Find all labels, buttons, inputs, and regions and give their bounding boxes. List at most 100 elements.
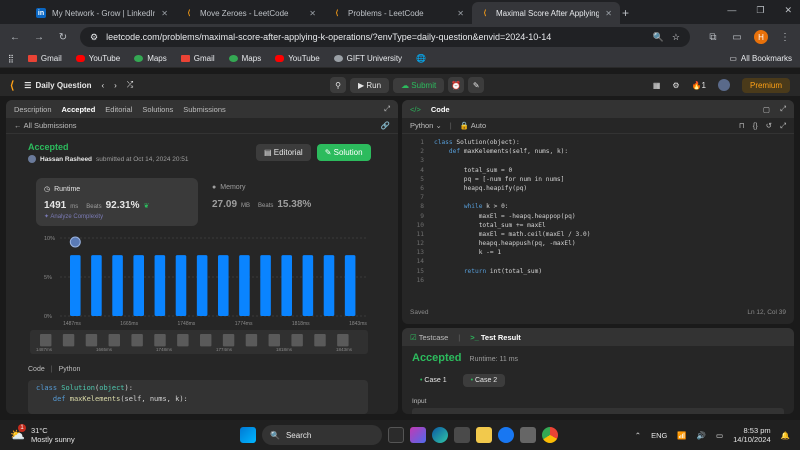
chart-bar[interactable] xyxy=(133,255,144,316)
sidepanel-icon[interactable]: ▭ xyxy=(730,32,744,43)
prev-problem-icon[interactable]: ‹ xyxy=(101,81,104,90)
tab-solutions[interactable]: Solutions xyxy=(142,105,173,114)
close-icon[interactable]: ✕ xyxy=(161,9,168,18)
chart-bar[interactable] xyxy=(239,255,250,316)
browser-tab-maximal-score[interactable]: ⟨ Maximal Score After Applying K ✕ xyxy=(472,2,620,24)
streak-counter[interactable]: 🔥1 xyxy=(692,81,706,90)
chart-bar[interactable] xyxy=(218,255,229,316)
all-submissions-link[interactable]: ← All Submissions 🔗 xyxy=(6,118,398,134)
share-icon[interactable]: 🔗 xyxy=(381,121,390,130)
expand-icon[interactable]: ⤢ xyxy=(780,104,786,114)
windows-start-icon[interactable] xyxy=(240,427,256,443)
settings-icon[interactable] xyxy=(520,427,536,443)
facebook-icon[interactable] xyxy=(498,427,514,443)
debug-icon[interactable]: ⚲ xyxy=(330,77,346,93)
close-window-icon[interactable]: ✕ xyxy=(784,5,792,16)
menu-icon[interactable]: ⋮ xyxy=(778,32,792,43)
task-view-icon[interactable] xyxy=(388,427,404,443)
bookmark-icon[interactable]: ⊓ xyxy=(739,121,745,130)
site-info-icon[interactable]: ⚙ xyxy=(90,32,98,43)
next-problem-icon[interactable]: › xyxy=(114,81,117,90)
chart-bar[interactable] xyxy=(175,255,187,316)
submit-button[interactable]: ☁ Submit xyxy=(393,77,445,93)
volume-icon[interactable]: 🔊 xyxy=(697,431,706,440)
tab-testcase[interactable]: ☑ Testcase xyxy=(410,333,448,342)
close-icon[interactable]: ✕ xyxy=(605,9,612,18)
shuffle-icon[interactable]: ⤮ xyxy=(127,80,133,90)
globe-icon[interactable]: 🌐 xyxy=(416,54,426,63)
editorial-button[interactable]: ▤ Editorial xyxy=(256,144,311,161)
chart-bar[interactable] xyxy=(344,255,356,316)
code-editor[interactable]: 1 class Solution(object): 2 def maxKelemen… xyxy=(404,138,591,285)
user-avatar[interactable] xyxy=(717,79,730,91)
layout-icon[interactable]: ▦ xyxy=(653,81,661,90)
runtime-range-slider[interactable]: 1487ms 1665ms 1748ms 1774ms 1818ms 1843ms xyxy=(30,330,368,354)
code-tab[interactable]: Code xyxy=(431,105,450,114)
notification-icon[interactable]: 🔔 xyxy=(781,431,790,440)
browser-tab-problems[interactable]: ⟨ Problems - LeetCode ✕ xyxy=(324,2,472,24)
bookmark-gmail[interactable]: Gmail xyxy=(180,54,215,63)
notes-icon[interactable]: ✎ xyxy=(468,77,485,93)
expand-icon[interactable]: ⤢ xyxy=(384,104,390,114)
chart-bar[interactable] xyxy=(70,255,81,316)
bookmark-star-icon[interactable]: ☆ xyxy=(672,32,680,43)
forward-icon[interactable]: → xyxy=(32,32,46,43)
profile-avatar[interactable]: H xyxy=(754,30,768,44)
battery-icon[interactable]: ▭ xyxy=(716,431,723,440)
analyze-complexity-link[interactable]: ✦ Analyze Complexity xyxy=(44,213,103,220)
chart-bar[interactable] xyxy=(112,255,123,316)
chevron-up-icon[interactable]: ⌃ xyxy=(635,431,641,440)
bookmark-gift-university[interactable]: GIFT University xyxy=(333,54,402,63)
bookmark-youtube[interactable]: YouTube xyxy=(75,54,120,63)
case-1-tab[interactable]: • Case 1 xyxy=(412,374,455,387)
auto-toggle[interactable]: 🔒 Auto xyxy=(460,121,486,130)
tab-submissions[interactable]: Submissions xyxy=(183,105,226,114)
extensions-icon[interactable]: ⧉ xyxy=(706,32,720,43)
weather-widget[interactable]: ⛅ 1 31°C Mostly sunny xyxy=(10,424,75,444)
chart-bar[interactable] xyxy=(281,255,292,316)
close-icon[interactable]: ✕ xyxy=(309,9,316,18)
restore-icon[interactable]: ❐ xyxy=(756,5,764,16)
minimize-icon[interactable]: — xyxy=(727,5,736,16)
language-select[interactable]: Python ⌄ xyxy=(410,121,442,130)
clock[interactable]: 8:53 pm 14/10/2024 xyxy=(733,426,771,444)
new-tab-button[interactable]: + xyxy=(622,6,629,20)
user-name[interactable]: Hassan Rasheed xyxy=(40,156,92,163)
browser-tab-linkedin[interactable]: in My Network - Grow | LinkedIn ✕ xyxy=(28,2,176,24)
chart-bar[interactable] xyxy=(323,255,335,316)
bookmark-gmail[interactable]: Gmail xyxy=(27,54,62,63)
bookmark-youtube[interactable]: YouTube xyxy=(275,54,320,63)
store-icon[interactable] xyxy=(454,427,470,443)
taskbar-search[interactable]: 🔍 Search xyxy=(262,425,382,445)
browser-tab-move-zeroes[interactable]: ⟨ Move Zeroes - LeetCode ✕ xyxy=(176,2,324,24)
case-2-tab[interactable]: • Case 2 xyxy=(462,374,506,387)
apps-icon[interactable]: ⣿ xyxy=(8,54,14,63)
chart-bar[interactable] xyxy=(154,255,166,316)
memory-card[interactable]: ● Memory 27.09 MB Beats 15.38% xyxy=(212,184,311,210)
fullscreen-icon[interactable]: ⤢ xyxy=(780,121,786,131)
reset-icon[interactable]: ↺ xyxy=(766,121,772,130)
settings-icon[interactable]: ⚙ xyxy=(672,81,679,90)
premium-button[interactable]: Premium xyxy=(741,77,790,93)
close-icon[interactable]: ✕ xyxy=(457,9,464,18)
reload-icon[interactable]: ↻ xyxy=(56,32,70,43)
timer-icon[interactable]: ⏰ xyxy=(448,77,465,93)
runtime-card[interactable]: ◷ Runtime 1491 ms Beats 92.31% ❦ ✦ Analy… xyxy=(36,178,198,226)
file-explorer-icon[interactable] xyxy=(476,427,492,443)
chrome-icon[interactable] xyxy=(542,427,558,443)
braces-icon[interactable]: {} xyxy=(753,121,758,130)
bookmark-maps[interactable]: Maps xyxy=(228,54,261,63)
tab-description[interactable]: Description xyxy=(14,105,52,114)
leetcode-logo-icon[interactable]: ⟨ xyxy=(10,79,14,92)
language-indicator[interactable]: ENG xyxy=(651,431,667,440)
chart-bar[interactable] xyxy=(91,255,102,316)
zoom-icon[interactable]: 🔍 xyxy=(653,32,664,43)
back-icon[interactable]: ← xyxy=(8,32,22,43)
url-input[interactable]: ⚙ leetcode.com/problems/maximal-score-af… xyxy=(80,27,690,47)
all-bookmarks[interactable]: ▭ All Bookmarks xyxy=(729,54,792,63)
chart-bar[interactable] xyxy=(260,255,271,316)
edge-icon[interactable] xyxy=(432,427,448,443)
tab-test-result[interactable]: >_ Test Result xyxy=(470,333,521,342)
chart-bar[interactable] xyxy=(302,255,314,316)
daily-question-link[interactable]: ☰ Daily Question xyxy=(24,81,91,90)
